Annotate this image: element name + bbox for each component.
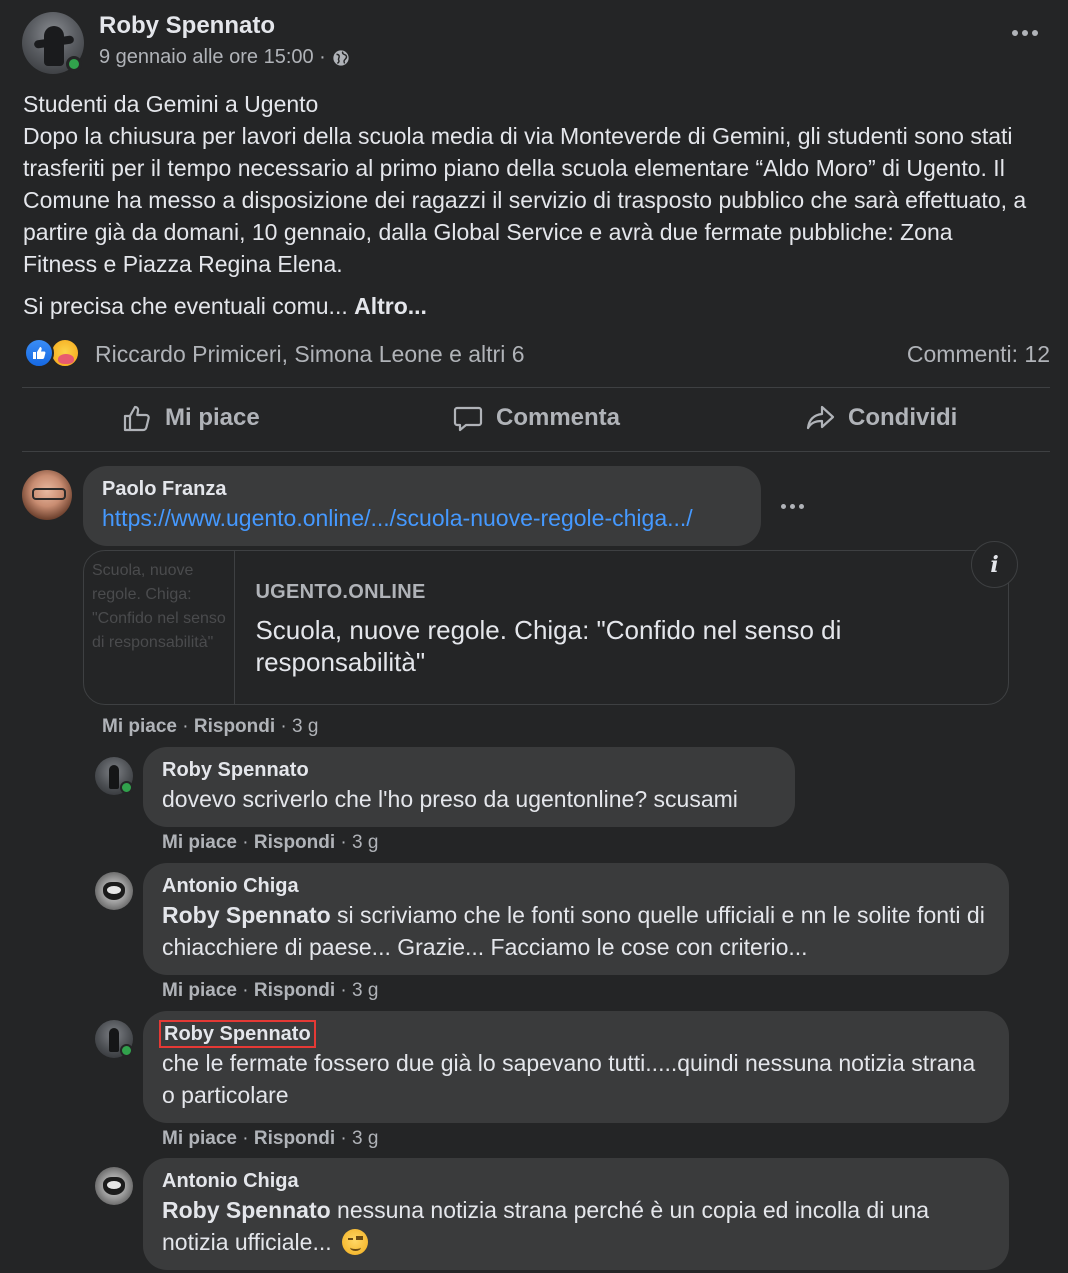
divider bbox=[22, 451, 1050, 452]
thumbs-up-icon bbox=[123, 405, 150, 432]
comment-age[interactable]: 3 g bbox=[352, 1128, 378, 1149]
post-options-icon[interactable] bbox=[1012, 30, 1038, 36]
see-more-link[interactable]: Altro... bbox=[354, 293, 427, 319]
comment-like-link[interactable]: Mi piace bbox=[162, 832, 237, 853]
post-truncated: Si precisa che eventuali comu... Altro..… bbox=[23, 290, 1033, 322]
comment-like-link[interactable]: Mi piace bbox=[102, 716, 177, 737]
comment-age[interactable]: 3 g bbox=[292, 716, 318, 737]
comment-actions: Mi piace · Rispondi · 3 g bbox=[162, 980, 379, 1001]
share-button[interactable]: Condividi bbox=[804, 402, 957, 434]
comment-like-link[interactable]: Mi piace bbox=[162, 980, 237, 1001]
comment-text: Roby Spennato nessuna notizia strana per… bbox=[162, 1194, 990, 1258]
link-preview-thumbnail: Scuola, nuove regole. Chiga: "Confido ne… bbox=[84, 551, 236, 704]
comment-age[interactable]: 3 g bbox=[352, 980, 378, 1001]
post-timestamp[interactable]: 9 gennaio alle ore 15:00 · bbox=[99, 46, 326, 69]
comment-author[interactable]: Roby Spennato bbox=[162, 757, 776, 783]
comment-options-icon[interactable] bbox=[781, 504, 804, 509]
comment-reply-link[interactable]: Rispondi bbox=[254, 980, 335, 1001]
wink-emoji-icon bbox=[342, 1229, 369, 1255]
commenter-avatar[interactable] bbox=[95, 1167, 133, 1205]
like-reaction-icon bbox=[24, 338, 54, 368]
share-arrow-icon bbox=[806, 405, 835, 430]
comment-age[interactable]: 3 g bbox=[352, 832, 378, 853]
globe-icon bbox=[333, 49, 349, 66]
post-truncated-text: Si precisa che eventuali comu... bbox=[23, 293, 348, 319]
care-reaction-icon bbox=[50, 338, 80, 368]
online-status-dot bbox=[120, 781, 133, 794]
comment-author[interactable]: Antonio Chiga bbox=[162, 873, 990, 899]
commenter-avatar[interactable] bbox=[95, 872, 133, 910]
like-button-label: Mi piace bbox=[165, 404, 260, 431]
comment-bubble: Antonio Chiga Roby Spennato nessuna noti… bbox=[143, 1158, 1009, 1270]
comment-bubble: Paolo Franza https://www.ugento.online/.… bbox=[83, 466, 761, 546]
comment-text: Roby Spennato si scriviamo che le fonti … bbox=[162, 899, 990, 963]
commenter-avatar[interactable] bbox=[22, 470, 72, 520]
like-button[interactable]: Mi piace bbox=[121, 402, 260, 434]
divider bbox=[22, 387, 1050, 388]
link-preview-domain: UGENTO.ONLINE bbox=[255, 581, 426, 603]
comment-reply-link[interactable]: Rispondi bbox=[194, 716, 275, 737]
comment-like-link[interactable]: Mi piace bbox=[162, 1128, 237, 1149]
post-meta: 9 gennaio alle ore 15:00 · bbox=[99, 46, 350, 69]
comments-count[interactable]: Commenti: 12 bbox=[907, 341, 1050, 368]
comment-reply-link[interactable]: Rispondi bbox=[254, 1128, 335, 1149]
comment-author[interactable]: Roby Spennato bbox=[159, 1020, 316, 1048]
comment-bubble: Roby Spennato dovevo scriverlo che l'ho … bbox=[143, 747, 795, 827]
comment-reply-link[interactable]: Rispondi bbox=[254, 832, 335, 853]
speech-bubble-icon bbox=[453, 406, 483, 432]
post-text: Studenti da Gemini a Ugento Dopo la chiu… bbox=[23, 88, 1033, 322]
comment-text: dovevo scriverlo che l'ho preso da ugent… bbox=[162, 786, 738, 812]
mention-tag[interactable]: Roby Spennato bbox=[162, 902, 331, 928]
info-icon[interactable]: i bbox=[971, 541, 1018, 588]
reaction-icons[interactable] bbox=[24, 338, 80, 368]
post-body: Dopo la chiusura per lavori della scuola… bbox=[23, 123, 1027, 277]
comment-author[interactable]: Paolo Franza bbox=[102, 476, 742, 502]
comment-author[interactable]: Antonio Chiga bbox=[162, 1168, 990, 1194]
comment-author-row: Roby Spennato bbox=[159, 1020, 990, 1048]
link-preview-card[interactable]: Scuola, nuove regole. Chiga: "Confido ne… bbox=[83, 550, 1009, 705]
mention-tag[interactable]: Roby Spennato bbox=[162, 1197, 331, 1223]
comment-text: che le fermate fossero due già lo sapeva… bbox=[162, 1050, 976, 1108]
post-author-name[interactable]: Roby Spennato bbox=[99, 12, 275, 40]
comment-bubble: Roby Spennato che le fermate fossero due… bbox=[143, 1011, 1009, 1123]
share-button-label: Condividi bbox=[848, 404, 958, 431]
comment-actions: Mi piace · Rispondi · 3 g bbox=[162, 832, 379, 853]
comment-actions: Mi piace · Rispondi · 3 g bbox=[102, 716, 319, 737]
link-preview-body: UGENTO.ONLINE Scuola, nuove regole. Chig… bbox=[235, 551, 1008, 704]
comment-link[interactable]: https://www.ugento.online/.../scuola-nuo… bbox=[102, 502, 742, 534]
online-status-dot bbox=[66, 56, 82, 72]
comment-actions: Mi piace · Rispondi · 3 g bbox=[162, 1128, 379, 1149]
online-status-dot bbox=[120, 1044, 133, 1057]
comment-bubble: Antonio Chiga Roby Spennato si scriviamo… bbox=[143, 863, 1009, 975]
reactors-summary[interactable]: Riccardo Primiceri, Simona Leone e altri… bbox=[95, 341, 525, 368]
post-title-line: Studenti da Gemini a Ugento bbox=[23, 91, 319, 117]
comment-button-label: Commenta bbox=[496, 404, 621, 431]
link-preview-title: Scuola, nuove regole. Chiga: "Confido ne… bbox=[255, 615, 842, 677]
comment-button[interactable]: Commenta bbox=[452, 402, 620, 434]
